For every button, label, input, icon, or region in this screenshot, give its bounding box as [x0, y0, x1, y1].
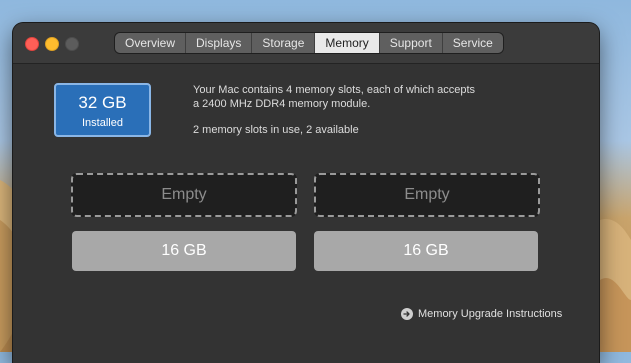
installed-memory-label: Installed — [82, 117, 123, 129]
close-button[interactable] — [25, 37, 39, 51]
memory-description-line1: Your Mac contains 4 memory slots, each o… — [193, 84, 476, 96]
zoom-button[interactable] — [65, 37, 79, 51]
about-this-mac-window: Overview Displays Storage Memory Support… — [13, 23, 599, 363]
memory-description: Your Mac contains 4 memory slots, each o… — [193, 83, 533, 137]
memory-description-line2: a 2400 MHz DDR4 memory module. — [193, 98, 371, 110]
tab-overview[interactable]: Overview — [115, 33, 187, 53]
title-bar: Overview Displays Storage Memory Support… — [13, 23, 599, 64]
installed-memory-badge: 32 GB Installed — [54, 83, 151, 137]
installed-memory-amount: 32 GB — [78, 93, 127, 112]
memory-slots-status: 2 memory slots in use, 2 available — [193, 124, 359, 136]
memory-upgrade-link[interactable]: Memory Upgrade Instructions — [401, 308, 562, 320]
memory-slot-1: Empty — [71, 173, 297, 217]
tab-storage[interactable]: Storage — [252, 33, 316, 53]
memory-slot-2: Empty — [314, 173, 540, 217]
memory-upgrade-link-label: Memory Upgrade Instructions — [418, 308, 563, 320]
memory-slot-4: 16 GB — [314, 231, 538, 271]
tab-memory[interactable]: Memory — [315, 33, 380, 53]
tab-support[interactable]: Support — [379, 33, 443, 53]
minimize-button[interactable] — [45, 37, 59, 51]
tab-bar: Overview Displays Storage Memory Support… — [115, 33, 503, 53]
tab-displays[interactable]: Displays — [186, 33, 253, 53]
memory-slot-3: 16 GB — [72, 231, 296, 271]
arrow-right-circle-icon — [401, 308, 413, 320]
tab-service[interactable]: Service — [442, 33, 503, 53]
